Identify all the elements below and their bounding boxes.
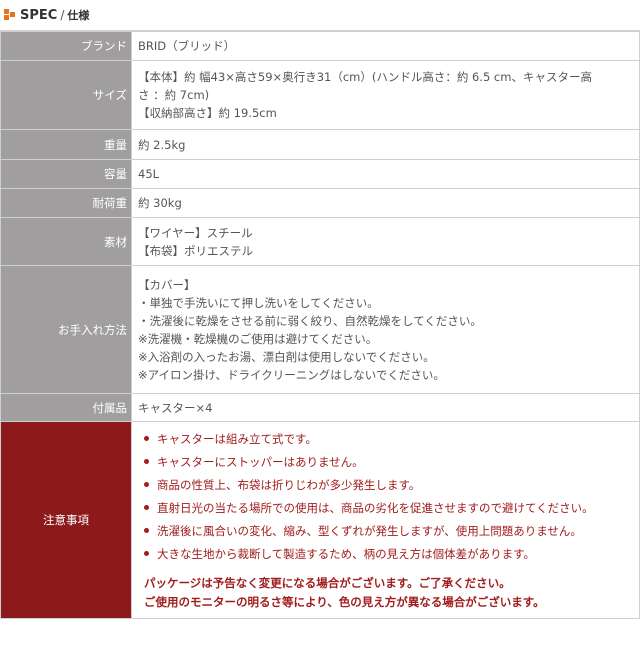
spec-row: 重量約 2.5kg [0,129,640,160]
spec-title: SPEC [20,7,58,23]
bullet-dot-icon [144,436,149,441]
spec-value-line: 【収納部高さ】約 19.5cm [138,106,277,120]
warning-bullet: キャスターにストッパーはありません。 [138,451,633,474]
warning-bullet-text: キャスターは組み立て式です。 [157,432,317,446]
spec-label: 容量 [0,159,132,189]
spec-value-line: ※洗濯機・乾燥機のご使用は避けてください。 [138,331,378,346]
warning-label: 注意事項 [0,421,132,619]
spec-value-line: ※入浴剤の入ったお湯、漂白剤は使用しないでください。 [138,349,435,364]
spec-value-line: BRID（ブリッド） [138,39,236,53]
spec-value: 【カバー】・単独で手洗いにて押し洗いをしてください。・洗濯後に乾燥をさせる前に弱… [131,265,640,394]
warning-row: 注意事項 キャスターは組み立て式です。 キャスターにストッパーはありません。 商品の性… [0,421,640,619]
warning-bullet-text: 直射日光の当たる場所での使用は、商品の劣化を促進させますので避けてください。 [157,501,594,515]
spec-value: 45L [131,159,640,189]
spec-subtitle: 仕様 [67,9,90,22]
orange-square-icon [4,9,16,21]
warning-notice: パッケージは予告なく変更になる場合がございます。ご了承ください。 [144,576,511,590]
warning-bullet: 直射日光の当たる場所での使用は、商品の劣化を促進させますので避けてください。 [138,497,633,520]
spec-row: 素材 【ワイヤー】スチール 【布袋】ポリエステル [0,217,640,266]
spec-value-line: 【カバー】 [138,277,196,292]
spec-value-line: 約 2.5kg [138,137,186,152]
spec-label: ブランド [0,31,132,61]
spec-value-line: さ ：約 7cm) [138,88,210,102]
spec-value: 【ワイヤー】スチール 【布袋】ポリエステル [131,217,640,266]
warning-bullet: 大きな生地から裁断して製造するため、柄の見え方は個体差があります。 [138,543,633,566]
bullet-dot-icon [144,551,149,556]
warning-bullet: 商品の性質上、布袋は折りじわが多少発生します。 [138,474,633,497]
spec-row: 容量 45L [0,159,640,189]
spec-value-line: 【ワイヤー】スチール [138,225,253,240]
warning-content: キャスターは組み立て式です。キャスターにストッパーはありません。商品の性質上、布… [131,421,640,619]
warning-bullet: 洗濯後に風合いの変化、縮み、型くずれが発生しますが、使用上問題ありません。 [138,520,633,543]
spec-value: キャスター×4 [131,393,640,422]
spec-value-line: 45L [138,167,160,181]
bullet-dot-icon [144,505,149,510]
spec-value: 【本体】約 幅43×高さ59×奥行き31（cm）(ハンドル高さ：約 6.5 cm… [131,60,640,130]
spec-row: サイズ 【本体】約 幅43×高さ59×奥行き31（cm）(ハンドル高さ：約 6.5… [0,60,640,130]
spec-row: 耐荷重約 30kg [0,188,640,218]
spec-value-line: キャスター×4 [138,400,213,415]
warning-bullet-text: 商品の性質上、布袋は折りじわが多少発生します。 [157,478,421,492]
warning-bullet-text: キャスターにストッパーはありません。 [157,455,364,469]
spec-row: お手入れ方法 【カバー】・単独で手洗いにて押し洗いをしてください。・洗濯後に乾燥を… [0,265,640,394]
spec-row: ブランド BRID（ブリッド） [0,31,640,61]
spec-label: 重量 [0,129,132,160]
spec-value-line: ※アイロン掛け、ドライクリーニングはしないでください。 [138,367,445,382]
bullet-dot-icon [144,528,149,533]
spec-table: ブランド BRID（ブリッド） サイズ 【本体】約 幅43×高さ59×奥行き31（cm… [0,31,640,619]
title-separator: / [60,8,65,22]
bullet-dot-icon [144,459,149,464]
warning-bullet-text: 洗濯後に風合いの変化、縮み、型くずれが発生しますが、使用上問題ありません。 [157,524,582,538]
warning-bullet-text: 大きな生地から裁断して製造するため、柄の見え方は個体差があります。 [157,547,536,561]
spec-label: 耐荷重 [0,188,132,218]
spec-value-line: ・単独で手洗いにて押し洗いをしてください。 [138,295,379,310]
bullet-dot-icon [144,482,149,487]
spec-value: BRID（ブリッド） [131,31,640,61]
spec-value-line: 【布袋】ポリエステル [138,243,253,258]
spec-label: 素材 [0,217,132,266]
spec-value: 約 2.5kg [131,129,640,160]
spec-value-line: ・洗濯後に乾燥をさせる前に弱く絞り、自然乾燥をしてください。 [138,313,482,328]
warning-bullet: キャスターは組み立て式です。 [138,428,633,451]
spec-label: サイズ [0,60,132,130]
warning-notice: ご使用のモニターの明るさ等により、色の見え方が異なる場合がございます。 [144,595,545,609]
spec-label: 付属品 [0,393,132,422]
spec-value: 約 30kg [131,188,640,218]
spec-row: 付属品 キャスター×4 [0,393,640,422]
spec-value-line: 約 30kg [138,196,182,210]
spec-label: お手入れ方法 [0,265,132,394]
spec-header: SPEC / 仕様 [0,0,640,31]
spec-value-line: 【本体】約 幅43×高さ59×奥行き31（cm）(ハンドル高さ：約 6.5 cm… [138,70,592,84]
